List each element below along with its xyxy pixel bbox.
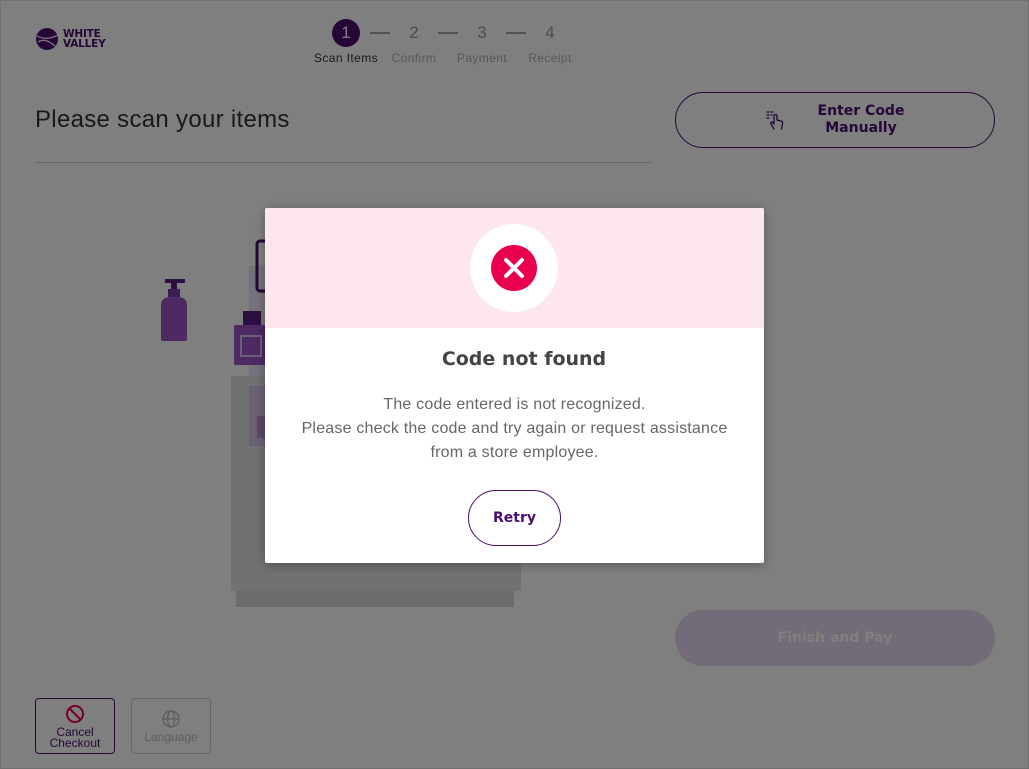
- dialog-title: Code not found: [441, 348, 607, 370]
- dialog-header: [265, 208, 764, 328]
- dialog-message: The code entered is not recognized. Plea…: [265, 393, 764, 465]
- error-x-icon: [491, 245, 537, 291]
- dialog-message-line: from a store employee.: [430, 444, 599, 461]
- error-icon-badge: [470, 224, 558, 312]
- dialog-message-line: Please check the code and try again or r…: [301, 420, 728, 437]
- code-not-found-dialog: Code not found The code entered is not r…: [265, 208, 764, 563]
- dialog-message-line: The code entered is not recognized.: [383, 396, 646, 413]
- retry-button[interactable]: Retry: [468, 490, 561, 546]
